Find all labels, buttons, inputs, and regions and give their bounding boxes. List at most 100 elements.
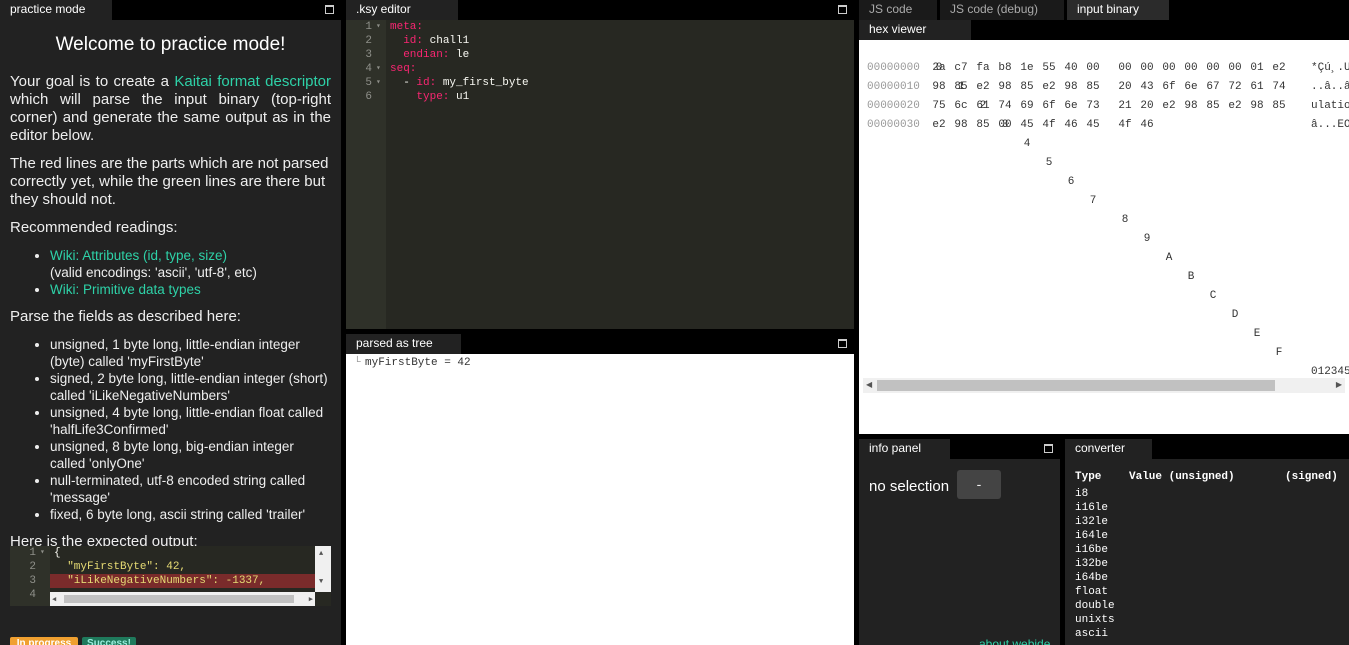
kaitai-format-link[interactable]: Kaitai format descriptor <box>174 73 331 90</box>
hex-byte[interactable]: 98 <box>951 116 971 135</box>
hex-byte[interactable]: 98 <box>1181 97 1201 116</box>
hex-byte[interactable]: 6f <box>1039 97 1059 116</box>
hex-byte[interactable]: 6c <box>951 97 971 116</box>
hex-byte[interactable]: 20 <box>1137 97 1157 116</box>
hex-byte[interactable]: 45 <box>1083 116 1103 135</box>
scroll-up-icon[interactable]: ▲ <box>319 550 323 558</box>
hex-byte[interactable]: 69 <box>1017 97 1037 116</box>
tab-ksy-editor[interactable]: .ksy editor <box>346 0 458 20</box>
wiki-attributes-link[interactable]: Wiki: Attributes (id, type, size) <box>50 248 227 263</box>
hex-byte[interactable]: 01 <box>1247 59 1267 78</box>
hex-ascii[interactable]: ulation <box>1311 97 1349 116</box>
tab-practice-mode[interactable]: practice mode <box>0 0 112 20</box>
hex-byte[interactable]: 00 <box>1181 59 1201 78</box>
fold-arrow-icon[interactable]: ▾ <box>376 20 381 34</box>
hex-byte[interactable]: 46 <box>1137 116 1157 135</box>
hex-byte[interactable]: 98 <box>1247 97 1267 116</box>
scroll-thumb[interactable] <box>877 380 1275 391</box>
hex-byte[interactable]: 00 <box>1115 59 1135 78</box>
hex-byte[interactable]: 46 <box>1061 116 1081 135</box>
hex-byte[interactable]: 6e <box>1061 97 1081 116</box>
hex-byte[interactable]: 43 <box>1137 78 1157 97</box>
tab-info-panel[interactable]: info panel <box>859 439 950 459</box>
selection-button[interactable]: - <box>957 470 1001 499</box>
hex-ascii[interactable]: â...EOF <box>1311 116 1349 135</box>
hex-byte[interactable]: e2 <box>1225 97 1245 116</box>
hex-byte[interactable]: 85 <box>1269 97 1289 116</box>
hex-byte[interactable]: 00 <box>1225 59 1245 78</box>
hex-byte[interactable]: 72 <box>1225 78 1245 97</box>
hex-byte[interactable]: e2 <box>1159 97 1179 116</box>
hex-byte[interactable]: 55 <box>1039 59 1059 78</box>
tab-hex-viewer[interactable]: hex viewer <box>859 20 971 40</box>
horizontal-scrollbar[interactable]: ◀ ▶ <box>50 592 315 606</box>
hex-byte[interactable]: c7 <box>951 59 971 78</box>
scroll-down-icon[interactable]: ▼ <box>319 578 323 586</box>
hex-byte[interactable]: 00 <box>995 116 1015 135</box>
hex-byte[interactable]: fa <box>973 59 993 78</box>
ksy-code-editor[interactable]: 1 ▾ meta: 2 id: chall1 3 endian: le 4 ▾ se… <box>346 20 854 329</box>
hex-byte[interactable]: 85 <box>1203 97 1223 116</box>
hex-byte[interactable]: 00 <box>1203 59 1223 78</box>
tab-js-code[interactable]: JS code <box>859 0 937 20</box>
hex-horizontal-scrollbar[interactable]: ◀ ▶ <box>863 378 1345 393</box>
maximize-icon[interactable] <box>838 339 847 348</box>
hex-byte[interactable]: 00 <box>1083 59 1103 78</box>
hex-byte[interactable]: 00 <box>1159 59 1179 78</box>
hex-byte[interactable]: 6e <box>1181 78 1201 97</box>
fold-arrow-icon[interactable]: ▾ <box>376 76 381 90</box>
hex-byte[interactable]: 98 <box>995 78 1015 97</box>
fold-arrow-icon[interactable]: ▾ <box>40 546 45 560</box>
scroll-left-icon[interactable]: ◀ <box>52 595 56 604</box>
hex-byte[interactable]: 98 <box>929 78 949 97</box>
hex-grid[interactable]: 0 1 2 3 4 5 6 7 8 9 A B C D E F 0123456 … <box>859 40 1349 434</box>
hex-byte[interactable]: 98 <box>1061 78 1081 97</box>
tab-input-binary[interactable]: input binary <box>1067 0 1169 20</box>
hex-ascii[interactable]: *Çú¸.U@ <box>1311 59 1349 78</box>
tree-node[interactable]: myFirstByte = 42 <box>365 357 471 369</box>
hex-byte[interactable]: e2 <box>1039 78 1059 97</box>
hex-byte[interactable]: 85 <box>1017 78 1037 97</box>
hex-byte[interactable]: 20 <box>1115 78 1135 97</box>
scroll-right-icon[interactable]: ▶ <box>1336 380 1342 389</box>
hex-byte[interactable]: 45 <box>1017 116 1037 135</box>
success-button[interactable]: Success! <box>82 637 136 645</box>
scroll-right-icon[interactable]: ▶ <box>309 595 313 604</box>
hex-byte[interactable]: 1e <box>1017 59 1037 78</box>
maximize-icon[interactable] <box>325 5 334 14</box>
hex-byte[interactable]: 00 <box>1137 59 1157 78</box>
hex-byte[interactable]: 85 <box>973 116 993 135</box>
tab-converter[interactable]: converter <box>1065 439 1152 459</box>
hex-byte[interactable]: e2 <box>1269 59 1289 78</box>
hex-byte[interactable]: 85 <box>951 78 971 97</box>
hex-byte[interactable]: e2 <box>929 116 949 135</box>
vertical-scrollbar[interactable]: ▲ ▼ <box>315 546 331 592</box>
hex-byte[interactable]: e2 <box>973 78 993 97</box>
about-webide-link[interactable]: about webide <box>979 637 1050 645</box>
expected-output-editor[interactable]: 1 ▾ { 2 "myFirstByte": 42, 3 "iLikeNegativ… <box>10 546 331 606</box>
hex-byte[interactable]: 40 <box>1061 59 1081 78</box>
wiki-primitive-types-link[interactable]: Wiki: Primitive data types <box>50 282 201 297</box>
hex-byte[interactable]: 74 <box>1269 78 1289 97</box>
fold-arrow-icon[interactable]: ▾ <box>376 62 381 76</box>
in-progress-button[interactable]: In progress <box>10 637 78 645</box>
maximize-icon[interactable] <box>838 5 847 14</box>
scroll-left-icon[interactable]: ◀ <box>866 380 872 389</box>
tab-js-code-debug[interactable]: JS code (debug) <box>940 0 1064 20</box>
tab-parsed-as-tree[interactable]: parsed as tree <box>346 334 461 354</box>
hex-byte[interactable]: 75 <box>929 97 949 116</box>
hex-byte[interactable]: 85 <box>1083 78 1103 97</box>
hex-byte[interactable]: 6f <box>1159 78 1179 97</box>
hex-byte[interactable]: 61 <box>1247 78 1267 97</box>
hex-byte[interactable]: 73 <box>1083 97 1103 116</box>
hex-byte[interactable]: 67 <box>1203 78 1223 97</box>
hex-ascii[interactable]: ..â..â. <box>1311 78 1349 97</box>
scroll-thumb[interactable] <box>64 595 294 603</box>
hex-byte[interactable]: 2a <box>929 59 949 78</box>
hex-byte[interactable]: 4f <box>1115 116 1135 135</box>
maximize-icon[interactable] <box>1044 444 1053 453</box>
hex-byte[interactable]: 21 <box>1115 97 1135 116</box>
hex-byte[interactable]: 4f <box>1039 116 1059 135</box>
hex-byte[interactable]: 61 <box>973 97 993 116</box>
hex-byte[interactable]: 74 <box>995 97 1015 116</box>
